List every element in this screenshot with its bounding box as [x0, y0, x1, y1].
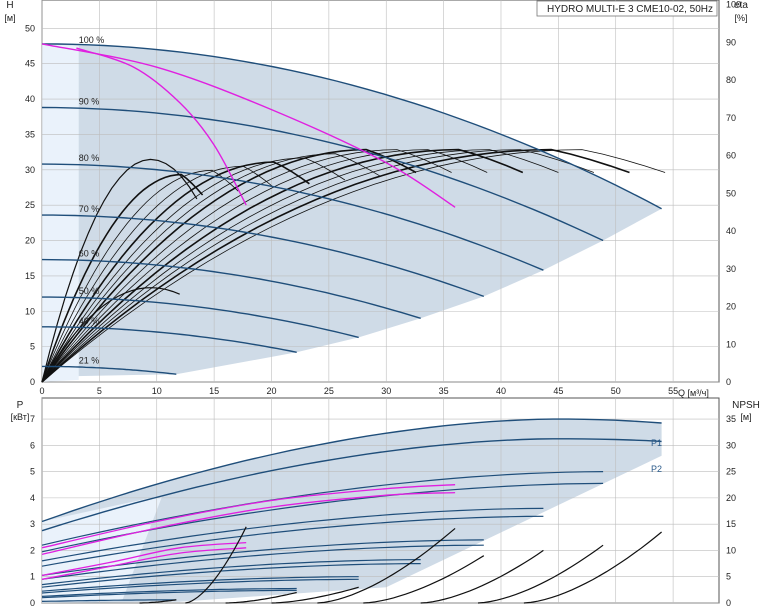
x-tick-label: 45: [553, 386, 563, 396]
pump-performance-chart: 0 5 10 15 20 25 30 35 40 45 50 55051015202530354045…: [4, 0, 760, 608]
head-tick-label: 0: [30, 377, 35, 387]
x-tick-label: 30: [381, 386, 391, 396]
speed-label: 21 %: [79, 355, 100, 365]
power-tick-label: 6: [30, 440, 35, 450]
npsh-axis-unit: [м]: [740, 412, 751, 422]
head-tick-label: 10: [25, 306, 35, 316]
npsh-tick-label: 10: [726, 545, 736, 555]
efficiency-tick-label: 40: [726, 226, 736, 236]
efficiency-tick-label: 0: [726, 377, 731, 387]
power-tick-label: 5: [30, 467, 35, 477]
head-efficiency-panel: 0 5 10 15 20 25 30 35 40 45 50 55 0 5 10 15 20 25 30 35 40 45…: [25, 0, 741, 396]
x-tick-label: 55: [668, 386, 678, 396]
head-axis-unit: [м]: [4, 13, 15, 23]
head-tick-label: 25: [25, 200, 35, 210]
x-tick-label: 0: [39, 386, 44, 396]
npsh-tick-label: 5: [726, 572, 731, 582]
x-tick-label: 40: [496, 386, 506, 396]
head-tick-label: 15: [25, 271, 35, 281]
series-label-p1: P1: [651, 438, 662, 448]
power-axis-unit: [кВт]: [11, 412, 30, 422]
efficiency-tick-label: 20: [726, 302, 736, 312]
efficiency-tick-label: 60: [726, 151, 736, 161]
power-tick-label: 1: [30, 572, 35, 582]
series-label-p2: P2: [651, 464, 662, 474]
efficiency-tick-label: 50: [726, 188, 736, 198]
efficiency-axis-label: eta: [734, 0, 748, 11]
head-axis-label: H: [6, 0, 13, 11]
speed-label: 70 %: [79, 204, 100, 214]
power-tick-label: 3: [30, 519, 35, 529]
x-tick-label: 50: [611, 386, 621, 396]
power-tick-label: 4: [30, 493, 35, 503]
npsh-tick-label: 30: [726, 440, 736, 450]
x-tick-label: 10: [152, 386, 162, 396]
flow-axis-label: Q [м³/ч]: [678, 388, 709, 398]
npsh-tick-label: 35: [726, 414, 736, 424]
npsh-axis-label: NPSH: [732, 400, 760, 411]
npsh-tick-label: 20: [726, 493, 736, 503]
power-tick-label: 0: [30, 598, 35, 608]
efficiency-axis-unit: [%]: [734, 13, 747, 23]
x-tick-label: 5: [97, 386, 102, 396]
head-tick-label: 30: [25, 165, 35, 175]
npsh-tick-label: 25: [726, 467, 736, 477]
head-tick-label: 45: [25, 59, 35, 69]
speed-label: 80 %: [79, 153, 100, 163]
chart-title: HYDRO MULTI-E 3 CME10-02, 50Hz: [547, 4, 713, 15]
power-axis-label: P: [17, 400, 24, 411]
x-tick-label: 20: [266, 386, 276, 396]
speed-label: 50 %: [79, 286, 100, 296]
npsh-tick-label: 0: [726, 598, 731, 608]
npsh-tick-label: 15: [726, 519, 736, 529]
speed-label: 60 %: [79, 249, 100, 259]
x-tick-label: 25: [324, 386, 334, 396]
speed-label: 40 %: [79, 316, 100, 326]
head-tick-label: 40: [25, 94, 35, 104]
efficiency-tick-label: 30: [726, 264, 736, 274]
head-tick-label: 5: [30, 342, 35, 352]
head-tick-label: 35: [25, 129, 35, 139]
efficiency-tick-label: 10: [726, 339, 736, 349]
x-tick-label: 15: [209, 386, 219, 396]
efficiency-tick-label: 80: [726, 75, 736, 85]
speed-label: 100 %: [79, 35, 105, 45]
efficiency-tick-label: 90: [726, 37, 736, 47]
head-tick-label: 20: [25, 236, 35, 246]
power-tick-label: 7: [30, 414, 35, 424]
power-npsh-panel: 0 1 2 3 4 5 6 7 0 5 10 15 20 25 30 35: [30, 397, 736, 608]
head-tick-label: 50: [25, 23, 35, 33]
speed-label: 90 %: [79, 97, 100, 107]
power-tick-label: 2: [30, 545, 35, 555]
efficiency-tick-label: 70: [726, 113, 736, 123]
x-tick-label: 35: [439, 386, 449, 396]
